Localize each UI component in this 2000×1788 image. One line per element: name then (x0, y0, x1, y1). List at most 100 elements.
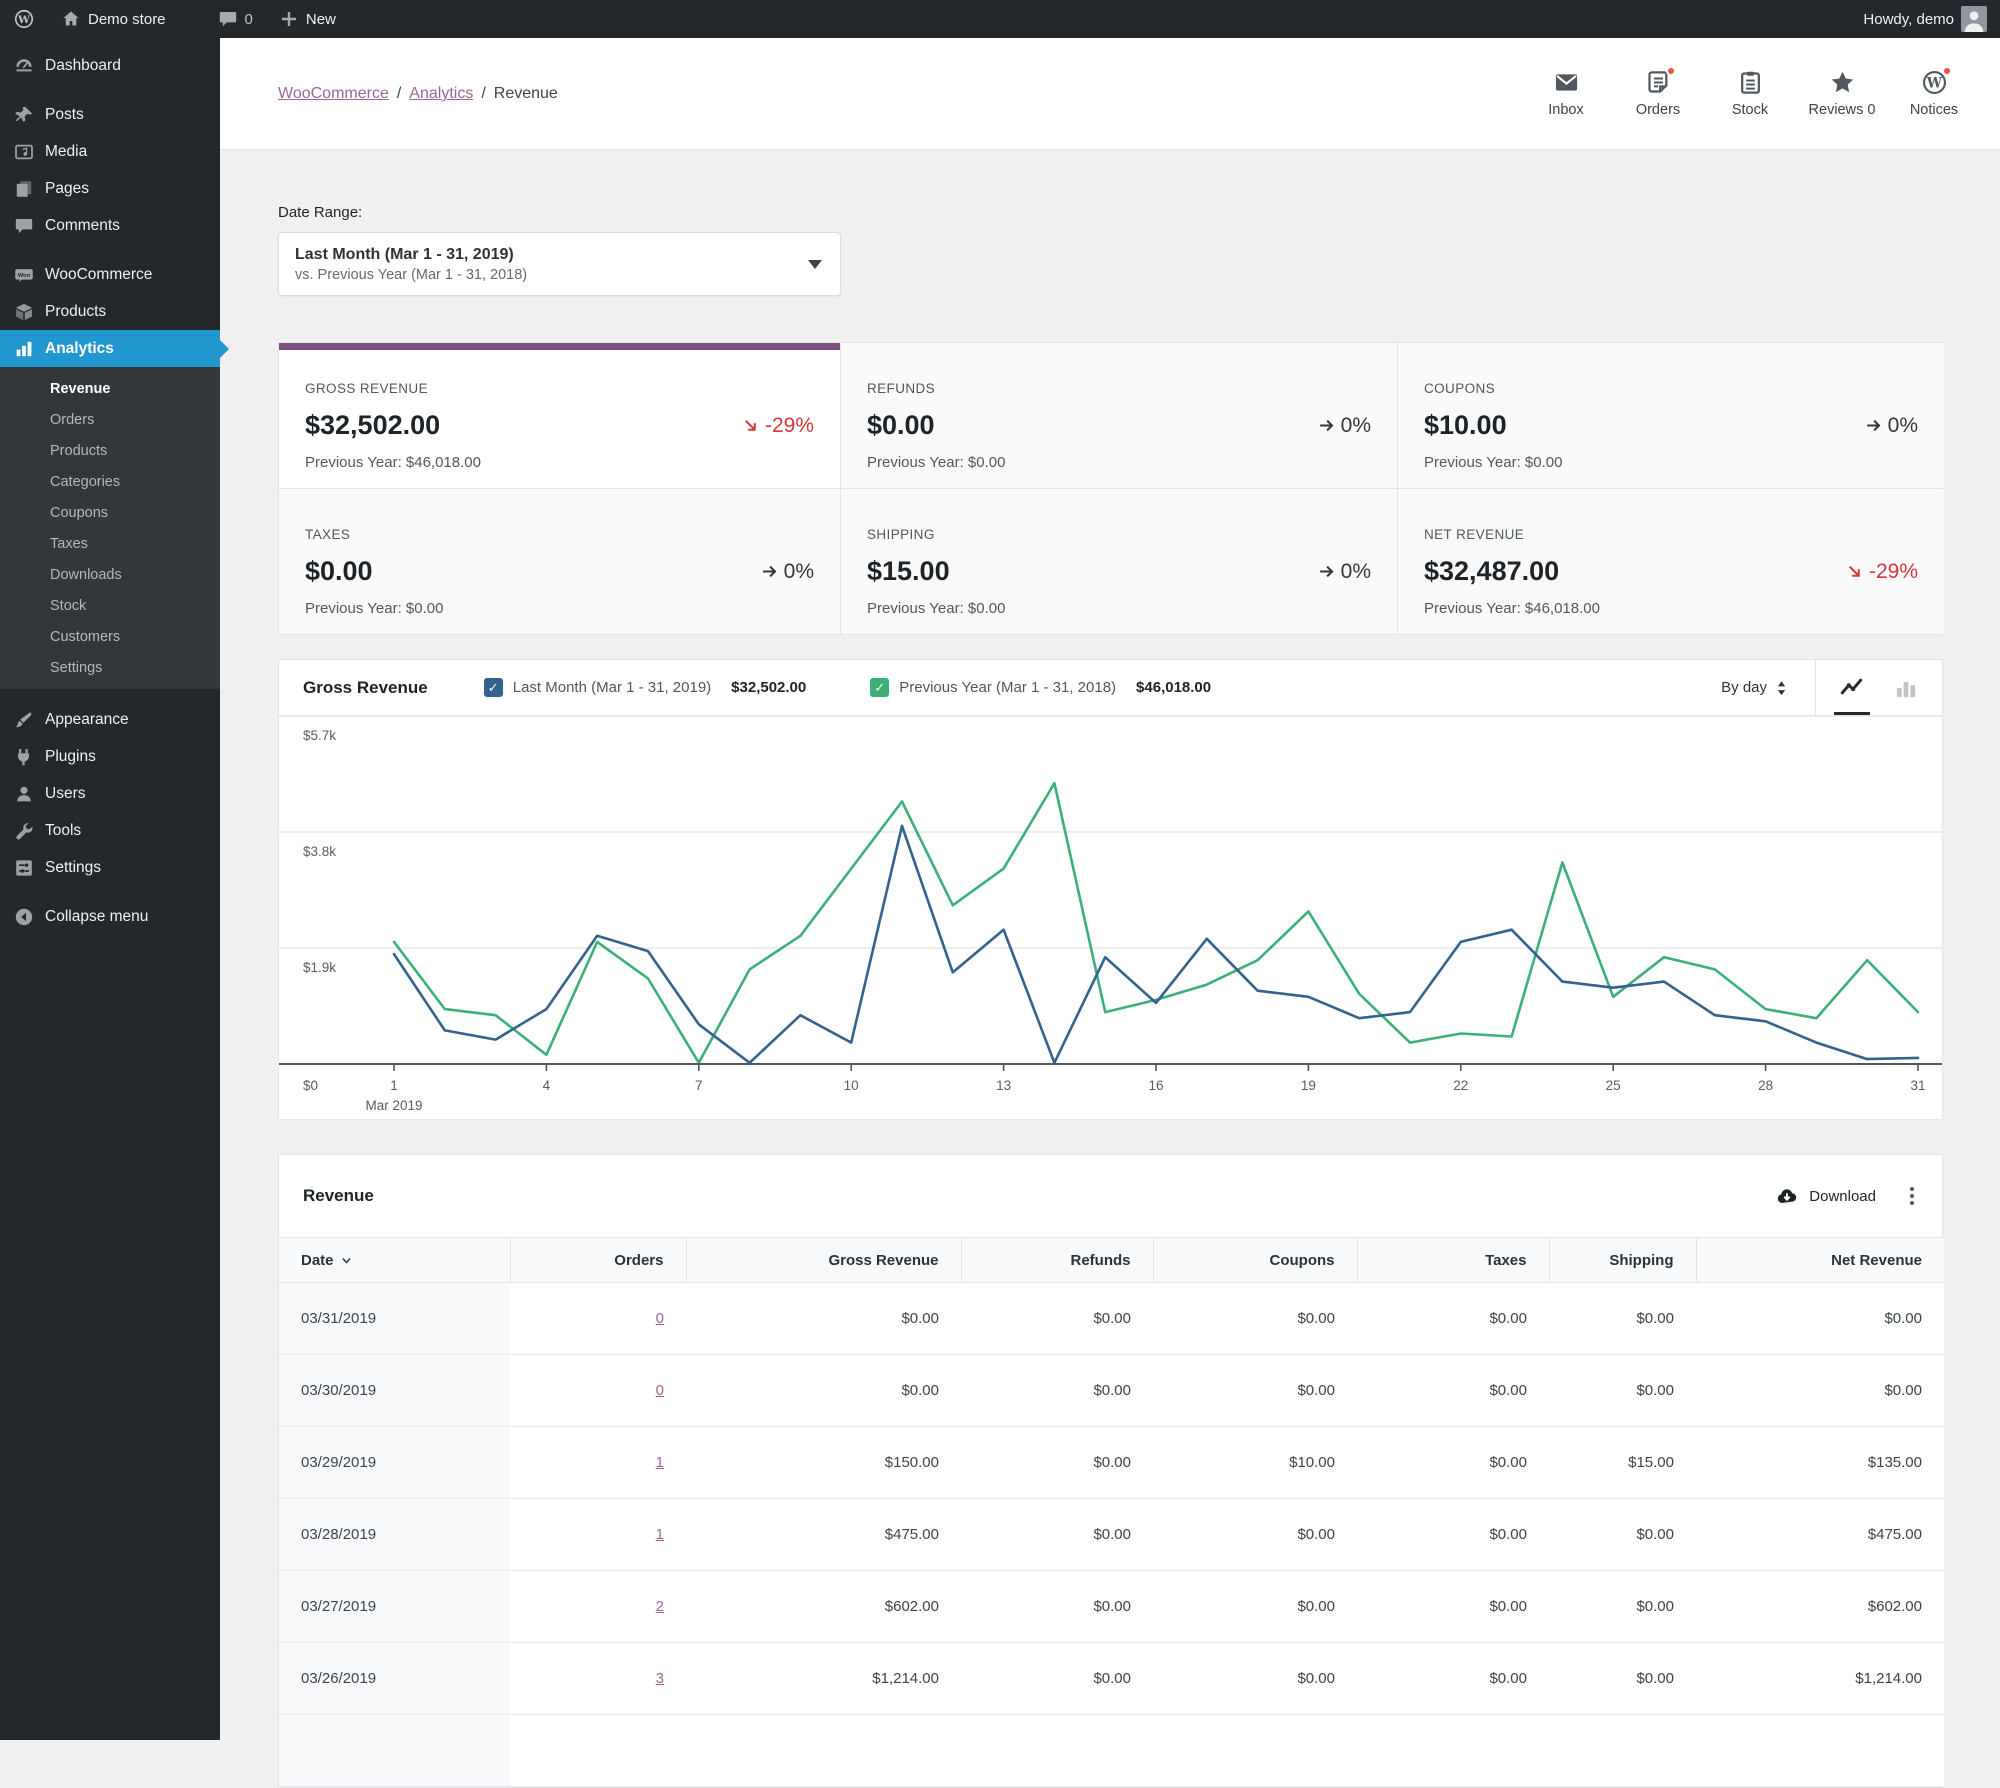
card-value-row: $15.00 0% (867, 556, 1371, 587)
cell: $0.00 (1549, 1498, 1696, 1571)
submenu-item-orders[interactable]: Orders (0, 404, 220, 435)
sidebar-item-plugins[interactable]: Plugins (0, 738, 220, 775)
sidebar-item-dashboard[interactable]: Dashboard (0, 47, 220, 84)
submenu-item-coupons[interactable]: Coupons (0, 497, 220, 528)
cell: $1,214.00 (686, 1642, 961, 1715)
column-header-net-revenue[interactable]: Net Revenue (1696, 1237, 1944, 1283)
account-menu[interactable]: Howdy, demo (1850, 0, 2000, 38)
legend-item[interactable]: ✓ Previous Year (Mar 1 - 31, 2018) $46,018… (870, 678, 1211, 697)
cell: $0.00 (1357, 1498, 1549, 1571)
breadcrumb-analytics[interactable]: Analytics (409, 85, 473, 102)
sidebar-item-settings[interactable]: Settings (0, 849, 220, 886)
download-button[interactable]: Download (1775, 1184, 1876, 1208)
plus-icon (279, 9, 299, 29)
checkbox-checked-icon[interactable]: ✓ (870, 678, 890, 697)
card-label: NET REVENUE (1424, 527, 1525, 542)
column-header-shipping[interactable]: Shipping (1549, 1237, 1697, 1283)
summary-card-gross-revenue[interactable]: GROSS REVENUE $32,502.00 -29% Previous Year… (279, 343, 840, 488)
column-header-coupons[interactable]: Coupons (1153, 1237, 1358, 1283)
date-range-picker[interactable]: Last Month (Mar 1 - 31, 2019) vs. Previo… (278, 232, 841, 296)
cell: $0.00 (1549, 1642, 1696, 1715)
plugins-icon (14, 747, 34, 767)
activity-tab-inbox[interactable]: Inbox (1520, 69, 1612, 118)
kebab-menu-icon[interactable] (1902, 1184, 1922, 1208)
cell: $0.00 (1153, 1282, 1357, 1355)
sidebar-item-tools[interactable]: Tools (0, 812, 220, 849)
chart-header: Gross Revenue ✓ Last Month (Mar 1 - 31, 2… (279, 660, 1942, 716)
sidebar-item-products[interactable]: Products (0, 293, 220, 330)
cell: $0.00 (1357, 1282, 1549, 1355)
submenu-item-products[interactable]: Products (0, 435, 220, 466)
activity-panel-tabs: Inbox Orders Stock Reviews 0 W Notices (1520, 66, 1980, 118)
activity-tab-stock[interactable]: Stock (1704, 69, 1796, 118)
sidebar-item-label: Users (45, 784, 86, 802)
sidebar-item-media[interactable]: Media (0, 133, 220, 170)
menu-separator (0, 84, 220, 96)
cell: $0.00 (961, 1642, 1153, 1715)
submenu-item-customers[interactable]: Customers (0, 621, 220, 652)
card-change-value: 0% (1340, 413, 1371, 437)
cell: $0.00 (1153, 1498, 1357, 1571)
summary-card-coupons[interactable]: COUPONS $10.00 0% Previous Year: $0.00 (1398, 343, 1944, 488)
sidebar-item-comments[interactable]: Comments (0, 207, 220, 244)
cell: $0.00 (961, 1570, 1153, 1643)
orders-count-link[interactable]: 0 (656, 1310, 664, 1327)
new-content-button[interactable]: New (266, 0, 349, 38)
download-label: Download (1809, 1187, 1876, 1205)
orders-count-link[interactable]: 2 (656, 1598, 664, 1615)
summary-card-taxes[interactable]: TAXES $0.00 0% Previous Year: $0.00 (279, 489, 840, 634)
comments-shortcut[interactable]: 0 (205, 0, 266, 38)
submenu-item-categories[interactable]: Categories (0, 466, 220, 497)
media-icon (14, 142, 34, 162)
line-chart[interactable]: $0 $1.9k $3.8k $5.7k 1 4 7 10 13 16 19 22 25 28 31 Mar … (279, 716, 1942, 1119)
line-chart-button[interactable] (1830, 660, 1874, 715)
activity-tab-reviews-0[interactable]: Reviews 0 (1796, 69, 1888, 118)
checkbox-checked-icon[interactable]: ✓ (483, 678, 503, 697)
legend-item[interactable]: ✓ Last Month (Mar 1 - 31, 2019) $32,502.00 (483, 678, 806, 697)
wordpress-menu-button[interactable]: W (0, 0, 48, 38)
column-header-gross-revenue[interactable]: Gross Revenue (686, 1237, 962, 1283)
submenu-item-settings[interactable]: Settings (0, 652, 220, 683)
submenu-item-downloads[interactable]: Downloads (0, 559, 220, 590)
summary-card-shipping[interactable]: SHIPPING $15.00 0% Previous Year: $0.00 (841, 489, 1397, 634)
interval-label: By day (1721, 679, 1767, 696)
site-name-link[interactable]: Demo store (48, 0, 179, 38)
column-header-date[interactable]: Date (279, 1237, 511, 1283)
collapse-menu-button[interactable]: Collapse menu (0, 898, 220, 935)
sidebar-item-appearance[interactable]: Appearance (0, 701, 220, 738)
sidebar-item-analytics[interactable]: Analytics (0, 330, 229, 367)
activity-tab-orders[interactable]: Orders (1612, 66, 1704, 118)
cell-date: 03/28/2019 (279, 1498, 510, 1571)
products-icon (14, 302, 34, 322)
cell: $0.00 (1153, 1570, 1357, 1643)
card-previous-value: Previous Year: $0.00 (867, 454, 1006, 471)
summary-card-net-revenue[interactable]: NET REVENUE $32,487.00 -29% Previous Year: … (1398, 489, 1944, 634)
summary-card-refunds[interactable]: REFUNDS $0.00 0% Previous Year: $0.00 (841, 343, 1397, 488)
column-header-taxes[interactable]: Taxes (1357, 1237, 1550, 1283)
cell: 0 (510, 1282, 686, 1355)
sidebar-item-pages[interactable]: Pages (0, 170, 220, 207)
breadcrumb-woocommerce[interactable]: WooCommerce (278, 85, 389, 102)
column-header-refunds[interactable]: Refunds (961, 1237, 1154, 1283)
card-value: $0.00 (305, 556, 373, 586)
cell: $0.00 (686, 1354, 961, 1427)
submenu-item-taxes[interactable]: Taxes (0, 528, 220, 559)
cell: 1 (510, 1498, 686, 1571)
collapse-menu-label: Collapse menu (45, 907, 149, 925)
comment-bubble-icon (218, 9, 238, 29)
cell: $602.00 (1696, 1570, 1944, 1643)
submenu-item-stock[interactable]: Stock (0, 590, 220, 621)
sidebar-item-users[interactable]: Users (0, 775, 220, 812)
chart-legend: ✓ Last Month (Mar 1 - 31, 2019) $32,502.00… (483, 678, 1211, 697)
orders-count-link[interactable]: 1 (656, 1454, 664, 1471)
sidebar-item-posts[interactable]: Posts (0, 96, 220, 133)
bar-chart-button[interactable] (1884, 660, 1928, 715)
orders-count-link[interactable]: 0 (656, 1382, 664, 1399)
activity-tab-notices[interactable]: W Notices (1888, 66, 1980, 118)
sidebar-item-woocommerce[interactable]: Woo WooCommerce (0, 256, 220, 293)
submenu-item-revenue[interactable]: Revenue (0, 373, 220, 404)
interval-select[interactable]: By day (1721, 660, 1787, 715)
column-header-orders[interactable]: Orders (510, 1237, 687, 1283)
orders-count-link[interactable]: 1 (656, 1526, 664, 1543)
orders-count-link[interactable]: 3 (656, 1670, 664, 1687)
